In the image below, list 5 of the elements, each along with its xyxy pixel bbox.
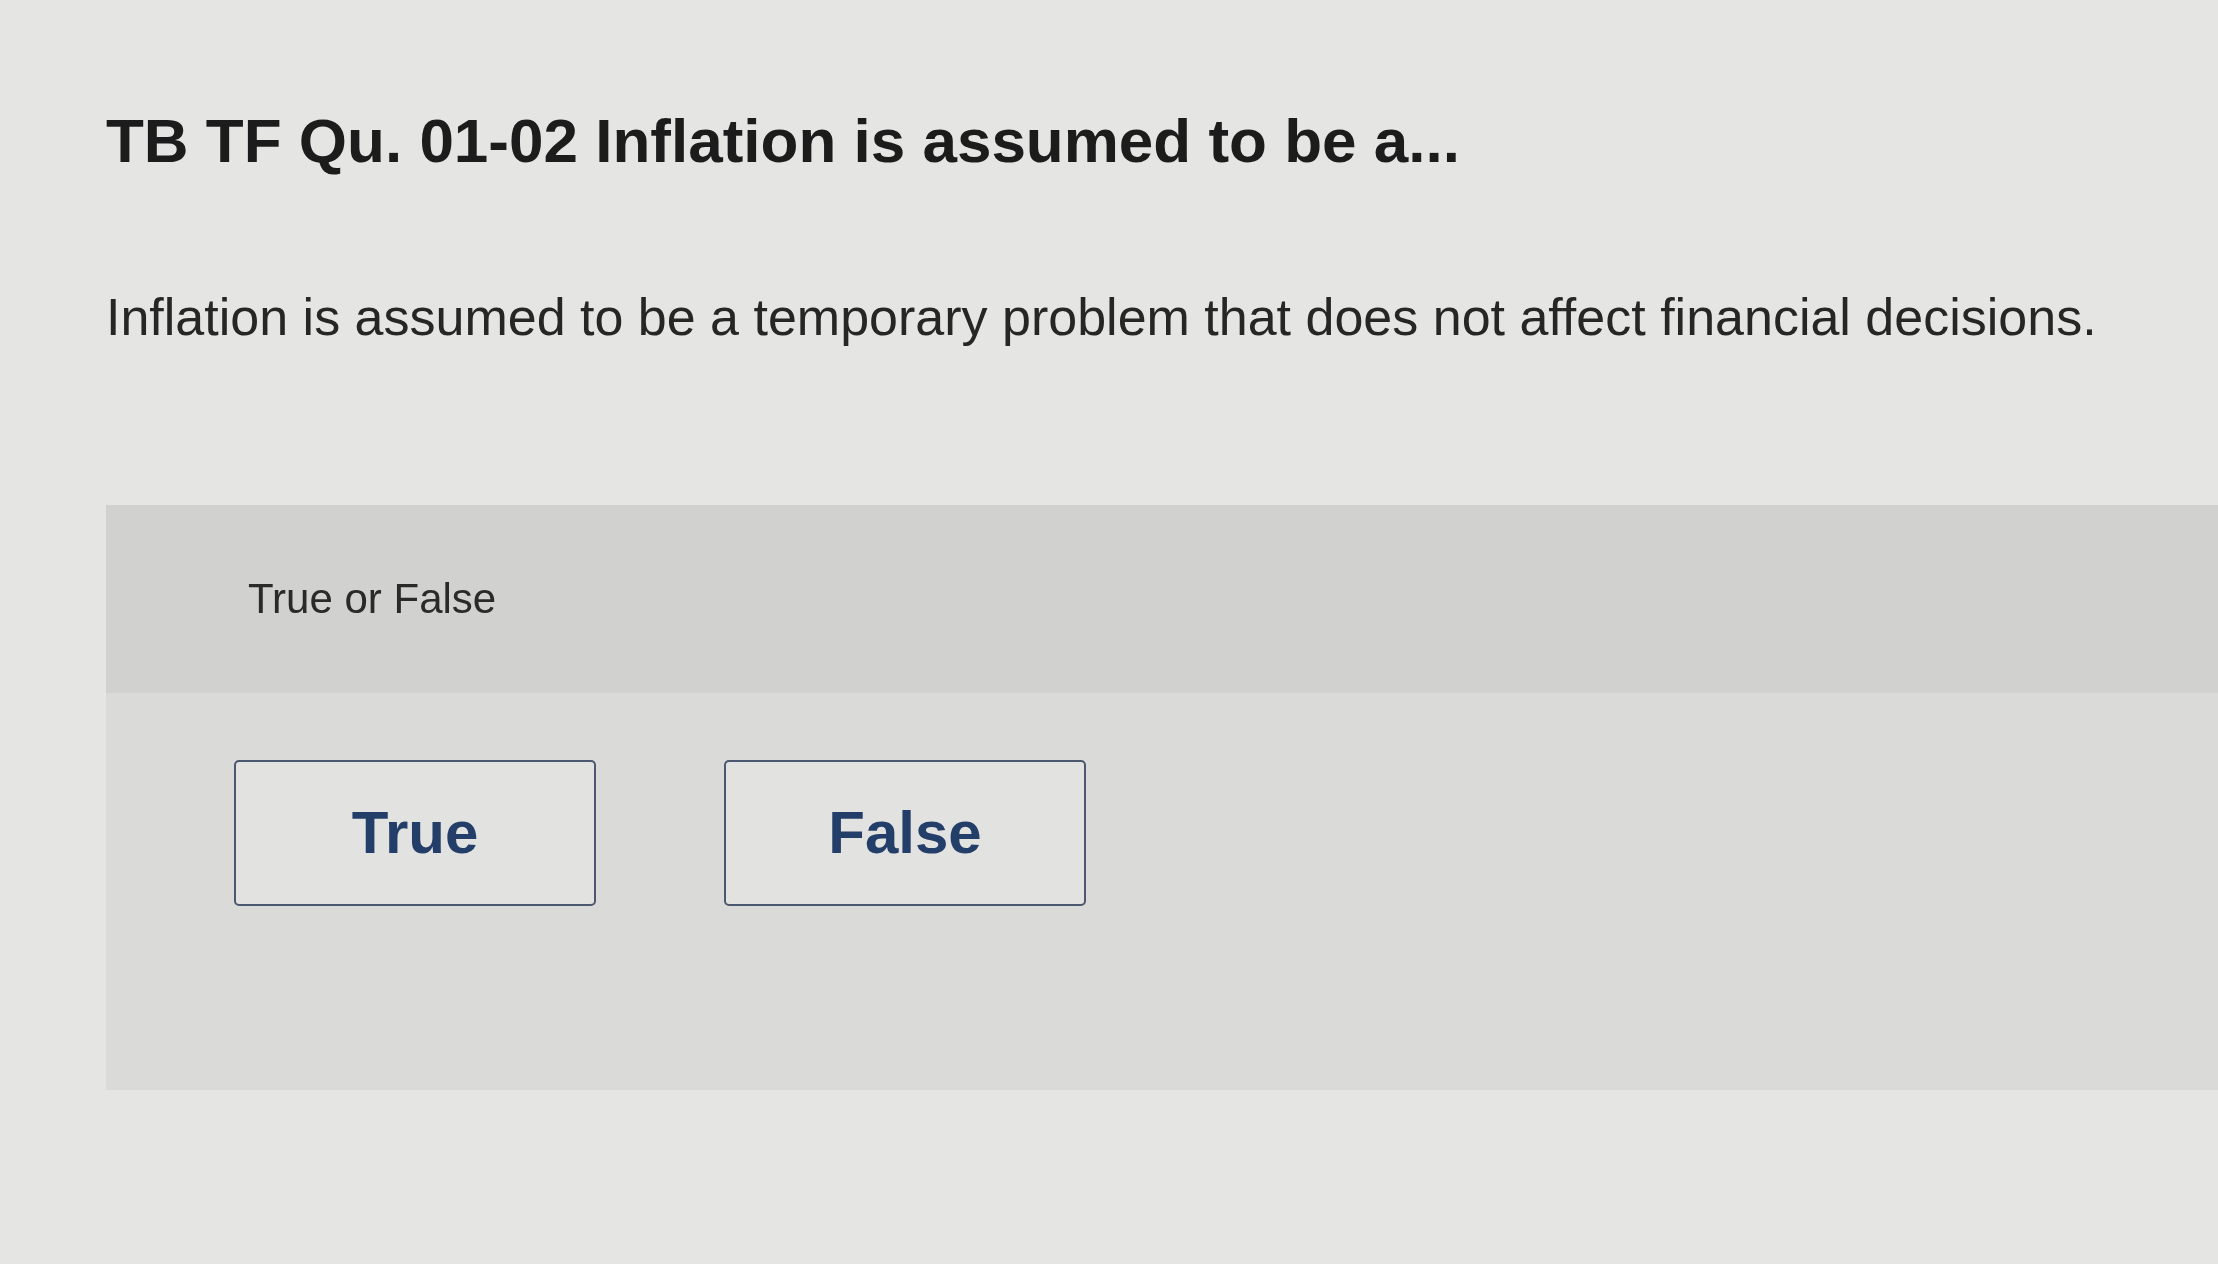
prompt-label: True or False [248, 575, 497, 623]
question-text: Inflation is assumed to be a temporary problem that does not affect financial decisions. [106, 287, 2097, 349]
answer-option-button[interactable]: True [234, 760, 596, 906]
answer-option-button[interactable]: False [724, 760, 1086, 906]
question-title: TB TF Qu. 01-02 Inflation is assumed to be a... [106, 105, 1460, 177]
